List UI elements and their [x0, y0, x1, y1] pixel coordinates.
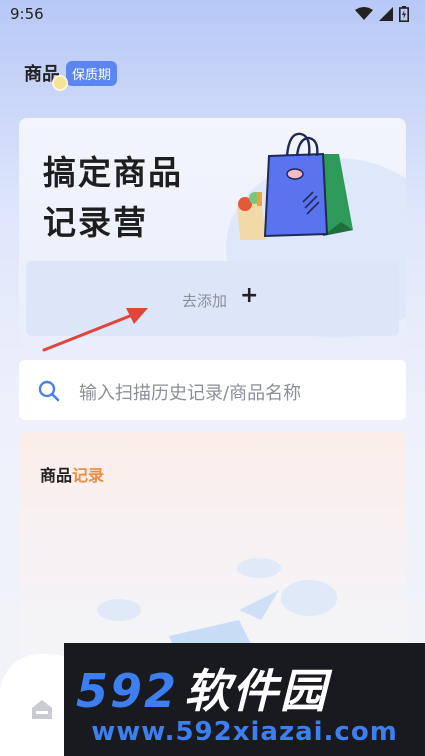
shopping-bag-icon: [237, 132, 353, 240]
home-icon: [32, 700, 52, 719]
watermark: 592 软件园 www.592xiazai.com: [64, 643, 425, 756]
records-title-highlight: 记录: [72, 466, 105, 485]
arrow-annotation-icon: [42, 308, 148, 352]
signal-icon: [379, 7, 393, 21]
search-input[interactable]: 输入扫描历史记录/商品名称: [79, 379, 301, 405]
wifi-icon: [355, 7, 373, 20]
hero-title-line1: 搞定商品: [43, 153, 183, 192]
hero-title: 搞定商品 记录营: [43, 148, 183, 248]
plus-icon: +: [240, 283, 259, 308]
status-bar: 9:56: [0, 0, 425, 30]
shelf-life-badge[interactable]: 保质期: [66, 60, 118, 86]
records-title-prefix: 商品: [40, 466, 73, 485]
header: 商品 保质期: [24, 60, 118, 91]
watermark-logo-text: 软件园: [184, 664, 329, 718]
watermark-logo-number: 592: [76, 664, 179, 718]
title-dot: [52, 75, 68, 91]
watermark-logo: 592 软件园: [76, 655, 328, 721]
page-title: 商品: [24, 60, 68, 91]
hero-title-line2: 记录营: [43, 203, 148, 242]
add-label: 去添加: [182, 292, 228, 310]
watermark-url: www.592xiazai.com: [91, 717, 398, 747]
search-bar[interactable]: 输入扫描历史记录/商品名称: [19, 360, 406, 420]
records-title: 商品记录: [40, 462, 104, 486]
search-icon: [38, 380, 60, 402]
battery-icon: [399, 6, 409, 22]
status-time: 9:56: [10, 5, 44, 23]
status-icons: [355, 6, 409, 22]
